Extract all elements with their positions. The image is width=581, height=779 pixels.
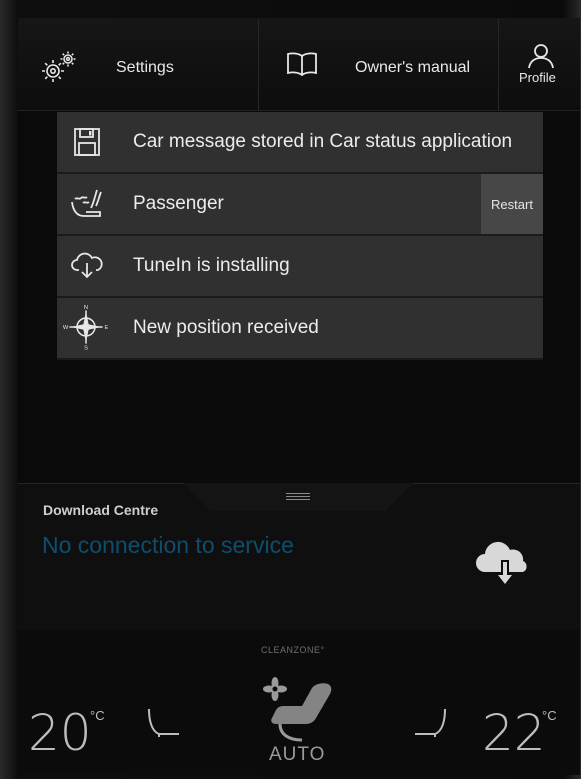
notification-car-message[interactable]: Car message stored in Car status applica…	[57, 112, 543, 174]
notification-text: Car message stored in Car status applica…	[133, 131, 513, 152]
notification-new-position[interactable]: N S E W New position received	[57, 298, 543, 360]
settings-label: Settings	[116, 59, 174, 76]
owners-manual-label: Owner's manual	[355, 59, 471, 76]
notification-text: New position received	[133, 317, 319, 338]
left-temp-unit: °C	[90, 708, 105, 723]
auto-mode-label[interactable]: AUTO	[269, 744, 325, 766]
top-bar: Settings Owner's manual Profile	[18, 18, 580, 111]
drag-handle-icon[interactable]	[286, 493, 310, 501]
notification-text: Passenger	[133, 193, 224, 214]
compass-s-label: S	[84, 345, 88, 350]
compass-icon: N S E W	[63, 305, 109, 350]
person-icon	[528, 44, 554, 69]
settings-button[interactable]: Settings	[18, 18, 256, 110]
notification-passenger[interactable]: Passenger Restart	[57, 174, 543, 236]
compass-e-label: E	[105, 325, 109, 331]
profile-button[interactable]: Profile	[498, 18, 580, 110]
compass-n-label: N	[84, 305, 88, 311]
center-display: Settings Owner's manual Profile Car mess…	[18, 18, 580, 775]
notification-text: TuneIn is installing	[133, 255, 290, 276]
heated-seat-icon	[71, 189, 102, 217]
left-seat-heat-icon[interactable]	[143, 706, 183, 740]
download-status: No connection to service	[42, 532, 294, 558]
auto-climate-seat-icon[interactable]	[262, 678, 342, 746]
book-icon	[287, 52, 317, 76]
cloud-download-icon[interactable]	[474, 536, 536, 588]
profile-label: Profile	[519, 70, 556, 85]
gear-icon	[42, 51, 76, 82]
owners-manual-button[interactable]: Owner's manual	[258, 18, 497, 110]
cloud-download-icon	[71, 252, 103, 279]
notification-tunein[interactable]: TuneIn is installing	[57, 236, 543, 298]
right-seat-heat-icon[interactable]	[411, 706, 451, 740]
restart-button[interactable]: Restart	[481, 174, 543, 234]
right-temp-unit: °C	[542, 708, 557, 723]
left-temperature[interactable]: 20	[28, 704, 92, 762]
floppy-disk-icon	[74, 128, 100, 156]
right-temperature[interactable]: 22	[482, 704, 546, 762]
compass-w-label: W	[63, 325, 69, 331]
cleanzone-label: CLEANZONE°	[261, 645, 325, 655]
download-centre-title: Download Centre	[43, 502, 159, 518]
